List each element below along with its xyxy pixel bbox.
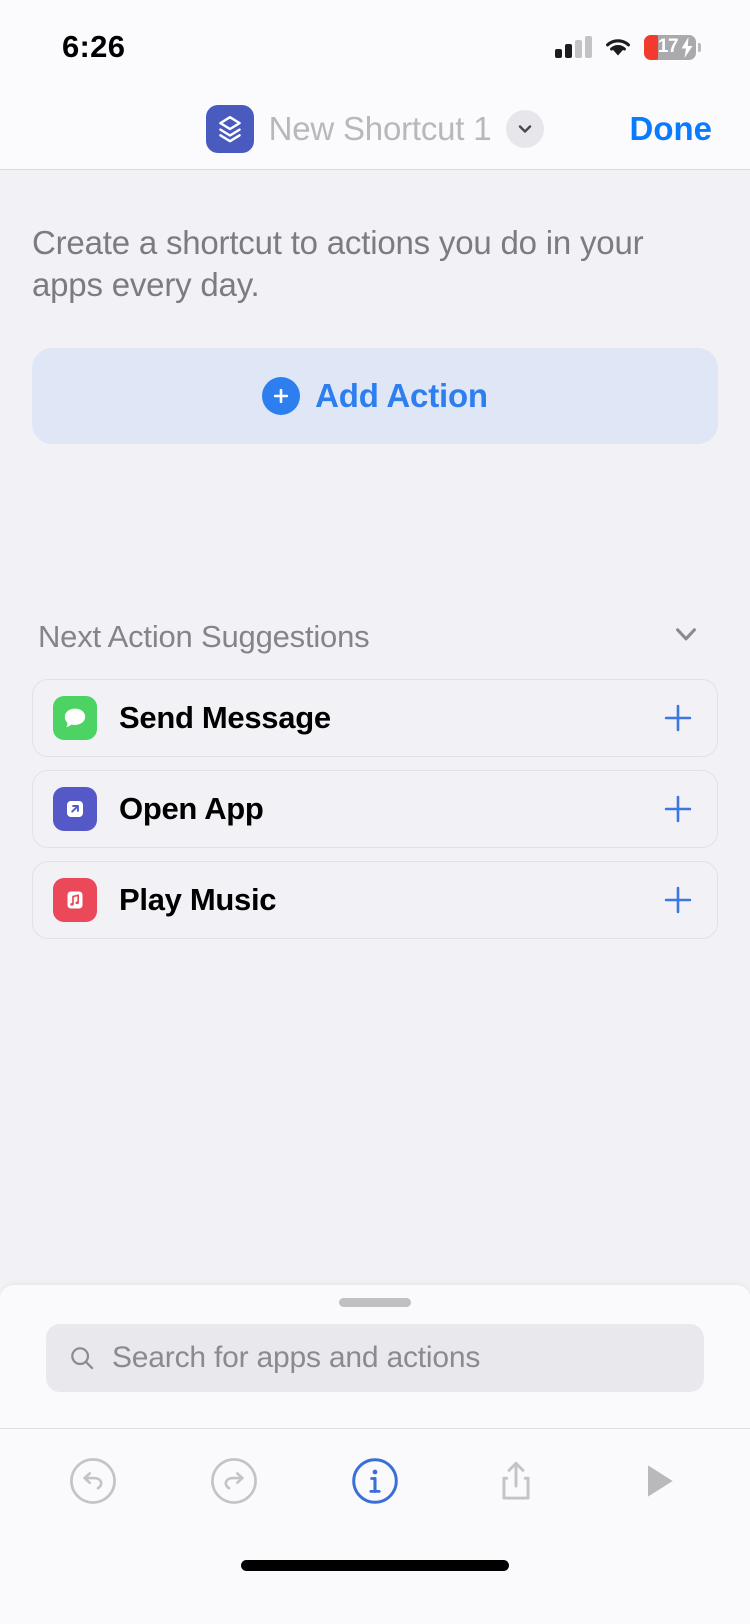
battery-charging-bolt-icon	[681, 36, 693, 58]
messages-bubble-icon	[53, 696, 97, 741]
intro-description: Create a shortcut to actions you do in y…	[32, 224, 644, 304]
shortcuts-layers-icon	[205, 104, 254, 153]
home-indicator-area	[0, 1532, 750, 1624]
info-button[interactable]	[335, 1441, 415, 1521]
search-input[interactable]: Search for apps and actions	[46, 1324, 704, 1392]
cellular-signal-icon	[555, 36, 592, 58]
add-action-label: Add Action	[315, 377, 488, 415]
open-app-arrow-icon	[53, 787, 97, 832]
music-note-icon	[53, 878, 97, 923]
home-indicator[interactable]	[241, 1560, 509, 1571]
shortcut-title-group[interactable]: New Shortcut 1	[205, 104, 545, 153]
play-icon	[648, 1464, 674, 1497]
list-item[interactable]: Play Music	[32, 861, 718, 940]
status-bar: 6:26 17	[0, 0, 750, 88]
sheet-grabber[interactable]	[339, 1298, 411, 1307]
action-search-sheet: Search for apps and actions	[0, 1284, 750, 1428]
add-suggestion-plus-icon[interactable]	[661, 792, 695, 826]
add-action-button[interactable]: Add Action	[32, 348, 718, 445]
redo-button[interactable]	[194, 1441, 274, 1521]
add-suggestion-plus-icon[interactable]	[661, 883, 695, 917]
info-circle-icon	[352, 1457, 398, 1504]
search-icon	[71, 1347, 94, 1370]
wifi-icon	[606, 39, 630, 56]
play-button[interactable]	[617, 1441, 697, 1521]
status-indicators: 17	[555, 34, 701, 60]
share-button[interactable]	[476, 1441, 556, 1521]
status-time: 6:26	[62, 29, 126, 64]
list-item[interactable]: Send Message	[32, 679, 718, 758]
suggestions-collapse-chevron-down-icon[interactable]	[668, 616, 704, 657]
redo-icon	[210, 1457, 257, 1504]
list-item-label: Send Message	[119, 700, 331, 736]
shortcut-options-chevron-down-icon[interactable]	[506, 109, 545, 148]
page-title: New Shortcut 1	[268, 109, 492, 147]
suggestion-list: Send Message Open App Play Music	[32, 679, 718, 940]
done-button[interactable]: Done	[630, 110, 713, 148]
shortcuts-editor-screen: 6:26 17 New Shortcut 1 Done Create a sho…	[0, 0, 750, 1624]
list-item-label: Open App	[119, 791, 264, 827]
search-placeholder: Search for apps and actions	[112, 1341, 481, 1374]
list-item-label: Play Music	[119, 882, 277, 918]
add-suggestion-plus-icon[interactable]	[661, 701, 695, 735]
undo-icon	[69, 1457, 116, 1504]
battery-icon: 17	[644, 34, 701, 60]
suggestions-title: Next Action Suggestions	[38, 618, 370, 654]
navigation-bar: New Shortcut 1 Done	[0, 88, 750, 170]
list-item[interactable]: Open App	[32, 770, 718, 849]
next-action-suggestions-header[interactable]: Next Action Suggestions	[32, 616, 718, 657]
editor-toolbar	[0, 1428, 750, 1532]
undo-button[interactable]	[53, 1441, 133, 1521]
plus-circle-icon	[262, 377, 301, 416]
share-icon	[502, 1461, 530, 1500]
